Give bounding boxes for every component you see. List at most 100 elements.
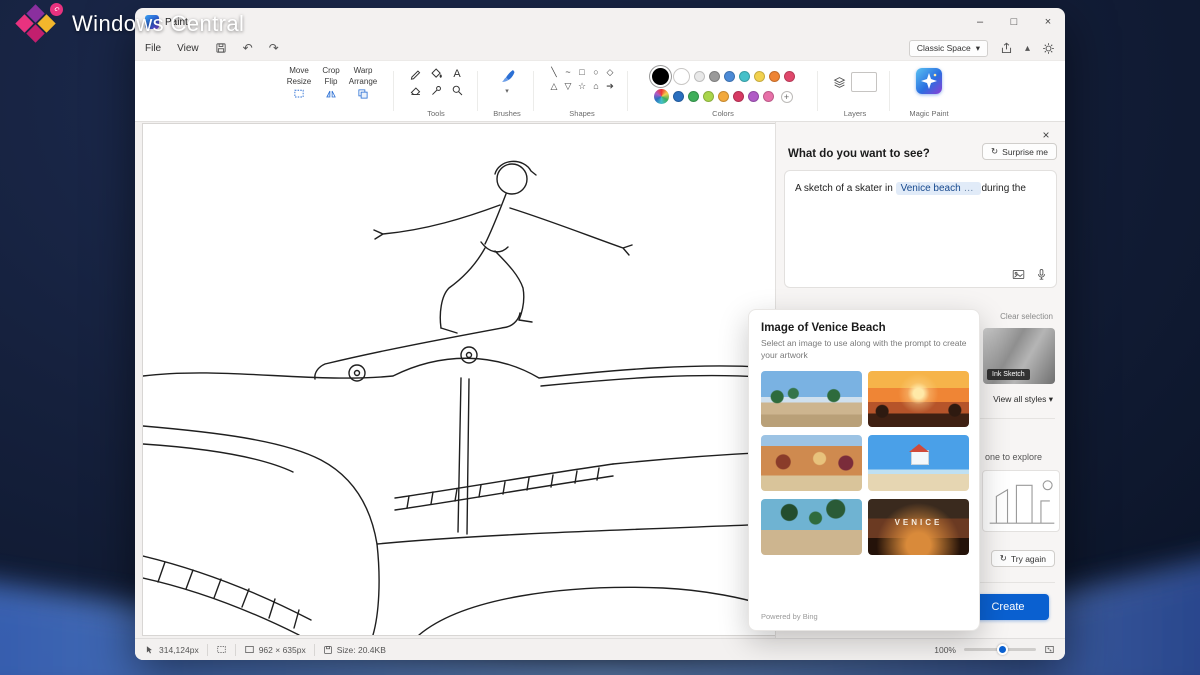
drawing-canvas[interactable] xyxy=(143,124,775,635)
ribbon-toolbar: Move Crop Warp Resize Flip Arrange xyxy=(135,60,1065,122)
warp-button[interactable]: Warp xyxy=(347,66,379,75)
style-card-ink-sketch[interactable]: Ink Sketch xyxy=(983,328,1055,384)
crop-button[interactable]: Crop xyxy=(315,66,347,75)
redo-icon[interactable]: ↷ xyxy=(269,41,279,55)
venice-image-lifeguard-tower[interactable] xyxy=(868,435,969,491)
explore-sketch-card[interactable] xyxy=(982,470,1060,532)
venice-image-boardwalk-palms[interactable] xyxy=(761,371,862,427)
fill-bucket-tool-icon[interactable] xyxy=(426,66,447,81)
pencil-tool-icon[interactable] xyxy=(405,66,426,81)
add-image-icon[interactable] xyxy=(1012,268,1025,281)
magic-paint-group-label: Magic Paint xyxy=(897,109,961,118)
minimize-button[interactable]: – xyxy=(963,8,997,36)
color-swatch[interactable] xyxy=(688,91,699,102)
try-again-button[interactable]: ↻ Try again xyxy=(991,550,1055,567)
chip-more-icon[interactable]: … xyxy=(964,183,974,194)
shape-icon[interactable]: ▽ xyxy=(561,80,575,93)
color-swatch[interactable] xyxy=(784,71,795,82)
settings-gear-icon[interactable] xyxy=(1042,42,1055,55)
color-swatch[interactable] xyxy=(769,71,780,82)
clear-selection-link[interactable]: Clear selection xyxy=(1000,312,1053,321)
color-swatch[interactable] xyxy=(739,71,750,82)
arrange-button[interactable]: Arrange xyxy=(347,77,379,86)
select-region-icon[interactable] xyxy=(283,88,315,100)
venice-image-beachfront-street[interactable] xyxy=(761,435,862,491)
layers-stack-icon[interactable] xyxy=(833,76,846,89)
color-swatch[interactable] xyxy=(724,71,735,82)
zoom-slider-thumb[interactable] xyxy=(997,644,1008,655)
shape-icon[interactable]: △ xyxy=(547,80,561,93)
zoom-slider[interactable] xyxy=(964,648,1036,651)
cursor-position: 314,124px xyxy=(145,645,199,655)
view-all-styles-button[interactable]: View all styles ▾ xyxy=(993,394,1053,405)
theme-selector[interactable]: Classic Space ▾ xyxy=(909,40,988,57)
windows-central-logo-icon: c xyxy=(16,6,62,42)
paint-window: Paint – □ × File View ↶ ↷ Classic Space … xyxy=(135,8,1065,660)
color-picker-tool-icon[interactable] xyxy=(426,83,447,98)
close-button[interactable]: × xyxy=(1031,8,1065,36)
shape-icon[interactable]: ○ xyxy=(589,66,603,79)
color-swatch[interactable] xyxy=(754,71,765,82)
fit-to-screen-icon[interactable] xyxy=(1044,644,1055,655)
venice-image-venice-sign[interactable]: VENICE xyxy=(868,499,969,555)
layers-preview[interactable] xyxy=(851,72,877,92)
chevron-down-icon: ▾ xyxy=(976,43,980,54)
venice-image-palm-trees[interactable] xyxy=(761,499,862,555)
prompt-text-before: A sketch of a skater in xyxy=(795,183,893,194)
shape-icon[interactable]: ◇ xyxy=(603,66,617,79)
add-color-button[interactable]: + xyxy=(781,91,793,103)
shape-icon[interactable]: ➔ xyxy=(603,80,617,93)
canvas-icon xyxy=(244,644,255,655)
windows-central-logo: c Windows Central xyxy=(16,6,244,42)
magic-paint-icon[interactable] xyxy=(916,68,942,94)
color-swatch[interactable] xyxy=(748,91,759,102)
eraser-tool-icon[interactable] xyxy=(405,83,426,98)
prompt-text-after: during the xyxy=(981,183,1025,194)
maximize-button[interactable]: □ xyxy=(997,8,1031,36)
color-wheel-button[interactable] xyxy=(654,89,669,104)
venice-image-sunset-beach[interactable] xyxy=(868,371,969,427)
prompt-chip-venice-beach[interactable]: Venice beach… xyxy=(896,182,982,195)
share-icon[interactable] xyxy=(1000,42,1013,55)
primary-color-swatch[interactable] xyxy=(652,68,669,85)
flip-button[interactable]: Flip xyxy=(315,77,347,86)
panel-close-icon[interactable]: × xyxy=(1037,126,1055,144)
shape-icon[interactable]: ⌂ xyxy=(589,80,603,93)
flip-horizontal-icon[interactable] xyxy=(315,88,347,100)
move-button[interactable]: Move xyxy=(283,66,315,75)
brush-icon[interactable] xyxy=(498,68,516,86)
save-icon[interactable] xyxy=(215,42,227,54)
color-swatch[interactable] xyxy=(718,91,729,102)
collapse-ribbon-icon[interactable]: ▴ xyxy=(1025,43,1030,54)
color-swatch[interactable] xyxy=(703,91,714,102)
brushes-chevron-down-icon[interactable]: ▾ xyxy=(505,87,509,95)
brushes-group: ▾ Brushes xyxy=(484,66,530,121)
color-swatch[interactable] xyxy=(733,91,744,102)
color-swatch[interactable] xyxy=(763,91,774,102)
color-swatch[interactable] xyxy=(709,71,720,82)
zoom-level: 100% xyxy=(934,645,956,655)
text-tool-icon[interactable]: A xyxy=(447,66,468,81)
titlebar[interactable]: Paint – □ × xyxy=(135,8,1065,36)
menu-file[interactable]: File xyxy=(145,43,161,54)
resize-button[interactable]: Resize xyxy=(283,77,315,86)
prompt-input[interactable]: A sketch of a skater in Venice beach… du… xyxy=(784,170,1057,288)
shape-icon[interactable]: ☆ xyxy=(575,80,589,93)
shape-icon[interactable]: ╲ xyxy=(547,66,561,79)
undo-icon[interactable]: ↶ xyxy=(243,41,253,55)
popup-title: Image of Venice Beach xyxy=(761,322,967,334)
surprise-me-button[interactable]: ↻ Surprise me xyxy=(982,143,1057,160)
cursor-icon xyxy=(145,645,155,655)
microphone-icon[interactable] xyxy=(1035,268,1048,281)
color-swatch[interactable] xyxy=(694,71,705,82)
popup-subtitle: Select an image to use along with the pr… xyxy=(761,338,967,362)
secondary-color-swatch[interactable] xyxy=(673,68,690,85)
brushes-group-label: Brushes xyxy=(484,109,530,118)
shape-icon[interactable]: ~ xyxy=(561,66,575,79)
magic-paint-group: Magic Paint xyxy=(897,66,961,121)
arrange-layers-icon[interactable] xyxy=(347,88,379,100)
magnifier-tool-icon[interactable] xyxy=(447,83,468,98)
color-swatch[interactable] xyxy=(673,91,684,102)
shape-icon[interactable]: □ xyxy=(575,66,589,79)
menu-view[interactable]: View xyxy=(177,43,199,54)
